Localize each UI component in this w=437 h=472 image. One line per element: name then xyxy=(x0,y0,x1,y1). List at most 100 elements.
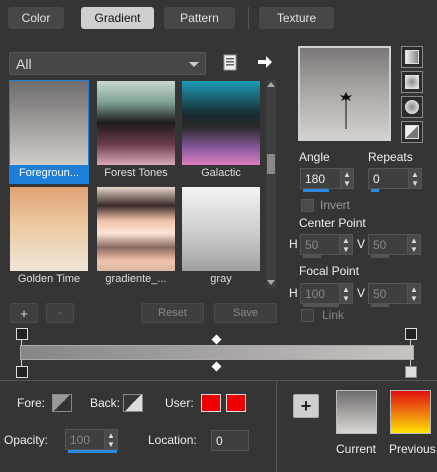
scroll-thumb[interactable] xyxy=(267,154,275,174)
gradient-item[interactable]: gray xyxy=(181,186,261,290)
link-checkbox[interactable] xyxy=(301,309,314,322)
gradient-list-scrollbar[interactable] xyxy=(266,80,276,288)
gradient-swatch xyxy=(182,81,260,165)
location-field[interactable]: 0 xyxy=(211,430,249,451)
gradient-sunburst-button[interactable] xyxy=(401,121,423,143)
opacity-stop-right[interactable] xyxy=(405,328,417,340)
angle-slider[interactable] xyxy=(303,189,329,192)
opacity-stop-left[interactable] xyxy=(16,328,28,340)
angle-value[interactable]: 180 xyxy=(301,172,340,186)
fore-stop-button[interactable] xyxy=(52,394,72,412)
arrow-right-icon[interactable] xyxy=(257,55,273,69)
user-color-swatch-1[interactable] xyxy=(201,394,221,412)
center-h-value[interactable]: 50 xyxy=(301,238,339,252)
focal-h-label: H xyxy=(289,286,298,300)
opacity-midpoint[interactable] xyxy=(211,334,222,345)
remove-gradient-button[interactable]: - xyxy=(46,303,74,323)
previous-gradient-swatch[interactable] xyxy=(390,390,431,434)
add-to-library-button[interactable]: + xyxy=(293,394,319,418)
opacity-spinner[interactable]: 100 ▲ ▼ xyxy=(65,429,118,453)
gradient-item[interactable]: Golden Time xyxy=(9,186,89,290)
tab-gradient[interactable]: Gradient xyxy=(81,7,154,29)
gradient-editor-bar[interactable] xyxy=(20,345,414,360)
vertical-divider xyxy=(276,381,277,472)
center-v-label: V xyxy=(357,237,366,251)
gradient-swatch xyxy=(97,81,175,165)
gradient-name: Forest Tones xyxy=(104,167,168,179)
gradient-item[interactable]: Foregroun... xyxy=(9,80,89,184)
reset-button[interactable]: Reset xyxy=(141,303,204,323)
angle-label: Angle xyxy=(299,150,330,164)
gradient-item[interactable]: Forest Tones xyxy=(96,80,176,184)
opacity-slider[interactable] xyxy=(68,450,117,453)
focal-v-spinner[interactable]: 50 ▲ ▼ xyxy=(368,283,421,307)
gradient-item[interactable]: Galactic xyxy=(181,80,261,184)
invert-label: Invert xyxy=(320,198,351,212)
center-v-slider[interactable] xyxy=(371,255,389,258)
gradient-item[interactable]: gradiente_... xyxy=(96,186,176,290)
color-midpoint[interactable] xyxy=(211,361,222,372)
tab-texture[interactable]: Texture xyxy=(259,7,334,29)
repeats-slider[interactable] xyxy=(371,189,379,192)
repeats-label: Repeats xyxy=(368,150,413,164)
focal-h-spinner[interactable]: 100 ▲ ▼ xyxy=(300,283,353,307)
link-label: Link xyxy=(322,308,345,322)
back-stop-button[interactable] xyxy=(123,394,143,412)
color-stop-right[interactable] xyxy=(405,366,417,378)
user-label: User: xyxy=(165,396,194,410)
radial-style-icon xyxy=(405,100,419,114)
focal-v-slider[interactable] xyxy=(371,304,389,307)
repeats-value[interactable]: 0 xyxy=(369,172,408,186)
center-h-slider[interactable] xyxy=(303,255,321,258)
color-stop-left[interactable] xyxy=(16,366,28,378)
focal-v-label: V xyxy=(357,286,366,300)
gradient-name: Foregroun... xyxy=(19,167,79,179)
gradient-radial-button[interactable] xyxy=(401,96,423,118)
opacity-value[interactable]: 100 xyxy=(66,433,104,447)
category-select[interactable]: All xyxy=(9,52,206,75)
gradient-swatch xyxy=(10,187,88,271)
invert-checkbox[interactable] xyxy=(301,199,314,212)
spinner-arrows-icon[interactable]: ▲ ▼ xyxy=(104,430,117,449)
spinner-arrows-icon[interactable]: ▲ ▼ xyxy=(339,235,352,254)
gradient-preview[interactable] xyxy=(298,46,391,141)
center-v-spinner[interactable]: 50 ▲ ▼ xyxy=(368,234,421,258)
gradient-swatch xyxy=(10,81,88,165)
center-v-value[interactable]: 50 xyxy=(369,238,407,252)
spinner-arrows-icon[interactable]: ▲ ▼ xyxy=(407,235,420,254)
user-color-swatch-2[interactable] xyxy=(226,394,246,412)
linear-style-icon xyxy=(405,50,419,64)
focal-v-value[interactable]: 50 xyxy=(369,287,407,301)
tab-separator xyxy=(248,7,249,29)
sunburst-style-icon xyxy=(405,125,419,139)
gradient-rectangular-button[interactable] xyxy=(401,71,423,93)
gradient-name: Golden Time xyxy=(17,273,81,285)
tab-color[interactable]: Color xyxy=(8,7,64,29)
angle-spinner[interactable]: 180 ▲ ▼ xyxy=(300,168,354,192)
rectangular-style-icon xyxy=(405,75,419,89)
spinner-arrows-icon[interactable]: ▲ ▼ xyxy=(407,284,420,303)
center-h-label: H xyxy=(289,237,298,251)
scroll-up-icon[interactable] xyxy=(267,82,275,87)
scroll-down-icon[interactable] xyxy=(267,280,275,285)
gradient-linear-button[interactable] xyxy=(401,46,423,68)
spinner-arrows-icon[interactable]: ▲ ▼ xyxy=(408,169,421,188)
tab-pattern[interactable]: Pattern xyxy=(164,7,235,29)
center-point-marker-icon[interactable] xyxy=(339,90,353,130)
save-button[interactable]: Save xyxy=(214,303,277,323)
fore-label: Fore: xyxy=(17,396,46,410)
location-value[interactable]: 0 xyxy=(212,434,248,448)
category-select-value: All xyxy=(16,56,32,72)
repeats-spinner[interactable]: 0 ▲ ▼ xyxy=(368,168,422,192)
focal-h-value[interactable]: 100 xyxy=(301,287,339,301)
spinner-arrows-icon[interactable]: ▲ ▼ xyxy=(340,169,353,188)
gradient-name: Galactic xyxy=(201,167,241,179)
gradient-swatch xyxy=(182,187,260,271)
book-icon[interactable] xyxy=(222,54,238,72)
center-h-spinner[interactable]: 50 ▲ ▼ xyxy=(300,234,353,258)
add-gradient-button[interactable]: + xyxy=(10,303,38,323)
location-label: Location: xyxy=(148,433,197,447)
spinner-arrows-icon[interactable]: ▲ ▼ xyxy=(339,284,352,303)
focal-h-slider[interactable] xyxy=(303,304,339,307)
gradient-name: gray xyxy=(210,273,232,285)
